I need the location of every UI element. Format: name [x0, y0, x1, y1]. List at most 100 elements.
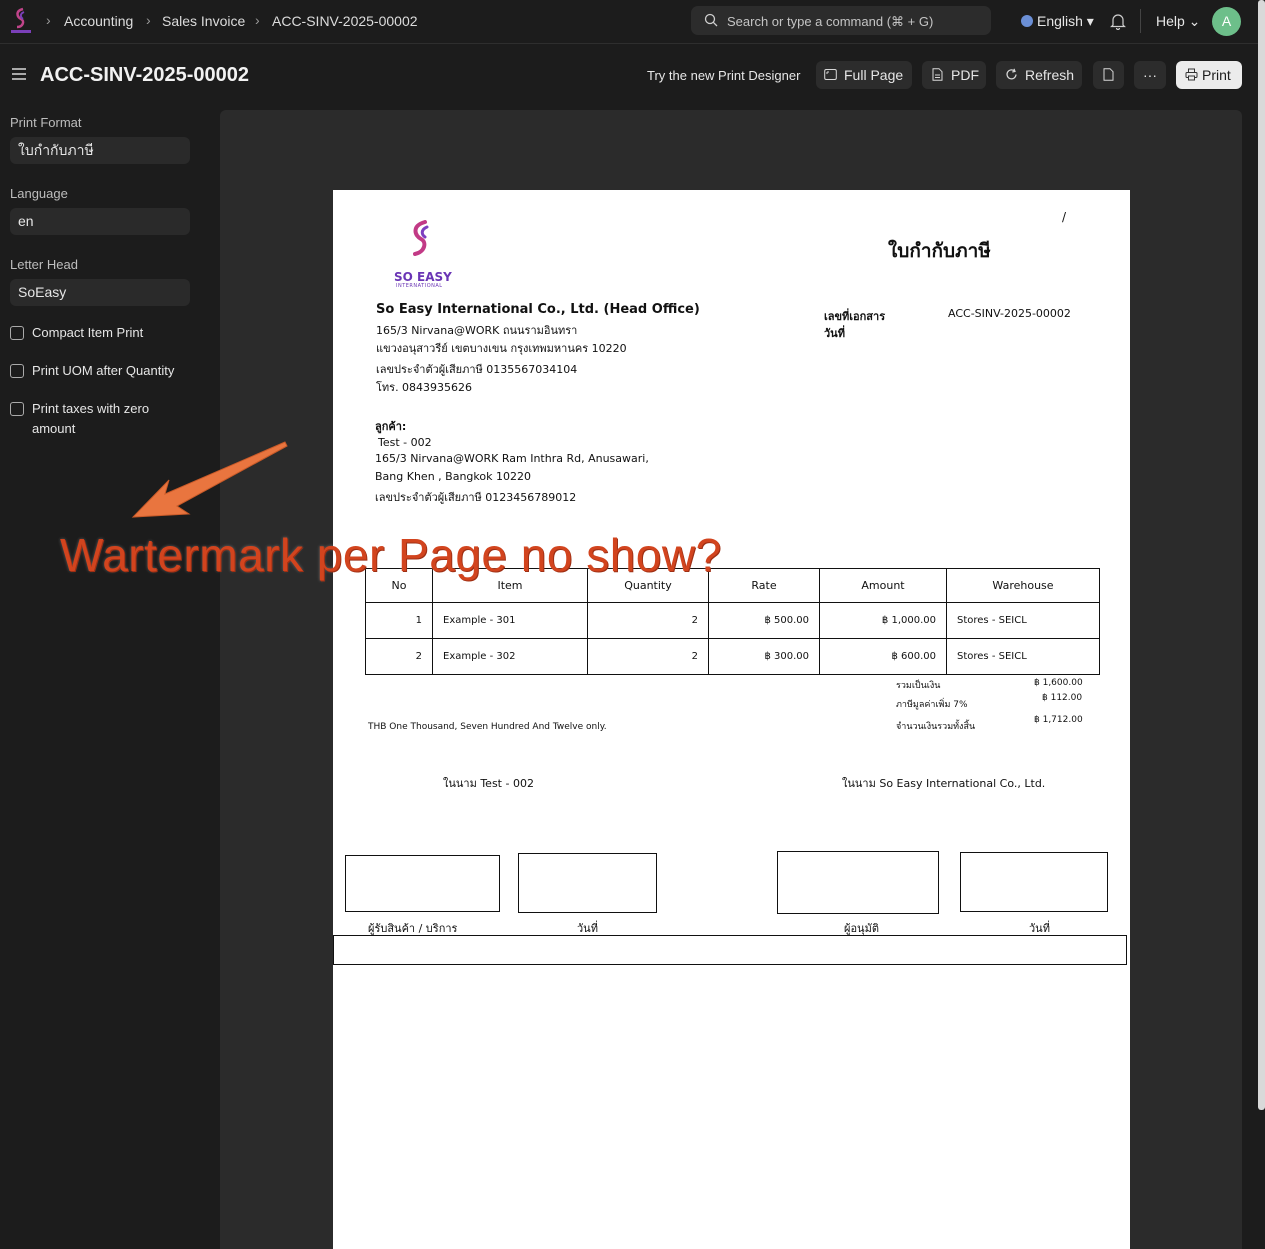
refresh-button[interactable]: Refresh	[996, 61, 1082, 89]
print-button[interactable]: Print	[1176, 61, 1242, 89]
doc-no-label: เลขที่เอกสาร	[824, 310, 886, 323]
print-zero-taxes-label-line2[interactable]: amount	[32, 419, 75, 439]
breadcrumb-accounting[interactable]: Accounting	[64, 13, 133, 29]
pdf-label: PDF	[951, 67, 979, 83]
items-table: No Item Quantity Rate Amount Warehouse 1…	[365, 568, 1100, 675]
refresh-label: Refresh	[1025, 67, 1075, 83]
document-icon	[1103, 68, 1114, 81]
cell-warehouse: Stores - SEICL	[946, 602, 1100, 639]
customer-address-1: 165/3 Nirvana@WORK Ram Inthra Rd, Anusaw…	[375, 452, 649, 465]
cell-qty: 2	[587, 638, 709, 675]
cell-amount: ฿ 1,000.00	[819, 602, 947, 639]
company-address-2: แขวงอนุสาวรีย์ เขตบางเขน กรุงเทพมหานคร 1…	[376, 342, 627, 355]
document-title: ใบกำกับภาษี	[888, 240, 991, 262]
vat-value: ฿ 112.00	[1042, 693, 1083, 703]
cell-rate: ฿ 500.00	[708, 602, 820, 639]
file-icon	[932, 68, 943, 81]
receiver-signature-box	[345, 855, 500, 912]
cell-warehouse: Stores - SEICL	[946, 638, 1100, 675]
table-row: 2 Example - 302 2 ฿ 300.00 ฿ 600.00 Stor…	[365, 638, 1100, 675]
language-select[interactable]: en	[10, 208, 190, 235]
cell-qty: 2	[587, 602, 709, 639]
letter-head-select[interactable]: SoEasy	[10, 279, 190, 306]
help-menu[interactable]: Help ⌄	[1156, 13, 1200, 30]
hamburger-menu-icon[interactable]	[12, 67, 26, 81]
doc-no-value: ACC-SINV-2025-00002	[948, 307, 1071, 320]
more-actions-button[interactable]: ···	[1134, 61, 1166, 89]
notification-bell-icon[interactable]	[1110, 12, 1126, 30]
subtotal-label: รวมเป็นเงิน	[896, 681, 941, 691]
letter-head-label: Letter Head	[10, 257, 78, 272]
help-label: Help	[1156, 13, 1185, 29]
language-switcher[interactable]: English ▾	[1037, 13, 1094, 30]
company-address-1: 165/3 Nirvana@WORK ถนนรามอินทรา	[376, 324, 578, 337]
company-logo-icon	[413, 220, 429, 256]
full-page-button[interactable]: Full Page	[816, 61, 912, 89]
print-zero-taxes-checkbox[interactable]	[10, 402, 24, 416]
page-title: ACC-SINV-2025-00002	[40, 64, 249, 86]
customer-name: Test - 002	[378, 436, 432, 449]
navbar-divider	[1140, 9, 1141, 33]
search-placeholder: Search or type a command (⌘ + G)	[727, 14, 934, 29]
language-label: English	[1037, 13, 1083, 29]
print-uom-label[interactable]: Print UOM after Quantity	[32, 361, 174, 381]
avatar[interactable]: A	[1212, 7, 1241, 36]
grand-total-label: จำนวนเงินรวมทั้งสิ้น	[896, 722, 976, 732]
invoice-page: / SO EASY INTERNATIONAL ใบกำกับภาษี So E…	[333, 190, 1130, 1249]
customer-address-2: Bang Khen , Bangkok 10220	[375, 470, 531, 483]
approver-signature-box	[777, 851, 939, 914]
breadcrumb-sales-invoice[interactable]: Sales Invoice	[162, 13, 245, 29]
cell-no: 2	[365, 638, 433, 675]
print-format-select[interactable]: ใบกำกับภาษี	[10, 137, 190, 164]
vat-label: ภาษีมูลค่าเพิ่ม 7%	[896, 700, 968, 710]
customer-label: ลูกค้า:	[375, 420, 407, 433]
language-label: Language	[10, 186, 68, 201]
print-designer-link[interactable]: Try the new Print Designer	[647, 68, 800, 83]
approver-date-box	[960, 852, 1108, 912]
full-page-label: Full Page	[844, 67, 904, 83]
col-amount: Amount	[819, 568, 947, 603]
new-document-button[interactable]	[1093, 61, 1124, 89]
print-label: Print	[1202, 67, 1231, 83]
print-uom-checkbox[interactable]	[10, 364, 24, 378]
annotation-text: Wartermark per Page no show?	[60, 529, 722, 581]
table-row: 1 Example - 301 2 ฿ 500.00 ฿ 1,000.00 St…	[365, 602, 1100, 639]
fullscreen-icon	[824, 69, 837, 80]
compact-item-print-checkbox[interactable]	[10, 326, 24, 340]
app-logo-icon[interactable]	[9, 7, 33, 37]
globe-icon	[1021, 15, 1033, 27]
breadcrumb-separator: ›	[255, 12, 260, 28]
customer-tax-id: เลขประจำตัวผู้เสียภาษี 0123456789012	[375, 491, 577, 504]
breadcrumb-separator: ›	[46, 12, 51, 28]
cell-item: Example - 301	[432, 602, 588, 639]
logo-subtext: INTERNATIONAL	[396, 283, 443, 289]
printer-icon	[1185, 68, 1198, 81]
amount-in-words: THB One Thousand, Seven Hundred And Twel…	[368, 722, 607, 732]
scrollbar[interactable]	[1258, 0, 1265, 1110]
grand-total-value: ฿ 1,712.00	[1034, 715, 1083, 725]
navbar: › Accounting › Sales Invoice › ACC-SINV-…	[0, 0, 1265, 44]
cell-no: 1	[365, 602, 433, 639]
sign-company-caption: ในนาม So Easy International Co., Ltd.	[842, 777, 1046, 790]
annotation-arrow-icon	[131, 441, 288, 518]
cell-item: Example - 302	[432, 638, 588, 675]
cell-amount: ฿ 600.00	[819, 638, 947, 675]
breadcrumb-current[interactable]: ACC-SINV-2025-00002	[272, 13, 418, 29]
print-zero-taxes-label[interactable]: Print taxes with zero	[32, 399, 149, 419]
search-icon	[704, 13, 718, 27]
footer-box	[333, 935, 1127, 965]
subtotal-value: ฿ 1,600.00	[1034, 678, 1083, 688]
company-phone: โทร. 0843935626	[376, 381, 473, 394]
sign-customer-caption: ในนาม Test - 002	[443, 777, 534, 790]
search-input[interactable]: Search or type a command (⌘ + G)	[691, 6, 991, 35]
col-rate: Rate	[708, 568, 820, 603]
page-marker: /	[1062, 210, 1067, 224]
company-tax-id: เลขประจำตัวผู้เสียภาษี 0135567034104	[376, 363, 578, 376]
col-warehouse: Warehouse	[946, 568, 1100, 603]
logo-text: SO EASY	[394, 270, 452, 284]
breadcrumb-separator: ›	[146, 12, 151, 28]
company-name: So Easy International Co., Ltd. (Head Of…	[376, 302, 700, 317]
pdf-button[interactable]: PDF	[922, 61, 986, 89]
compact-item-print-label[interactable]: Compact Item Print	[32, 323, 143, 343]
receiver-date-box	[518, 853, 657, 913]
